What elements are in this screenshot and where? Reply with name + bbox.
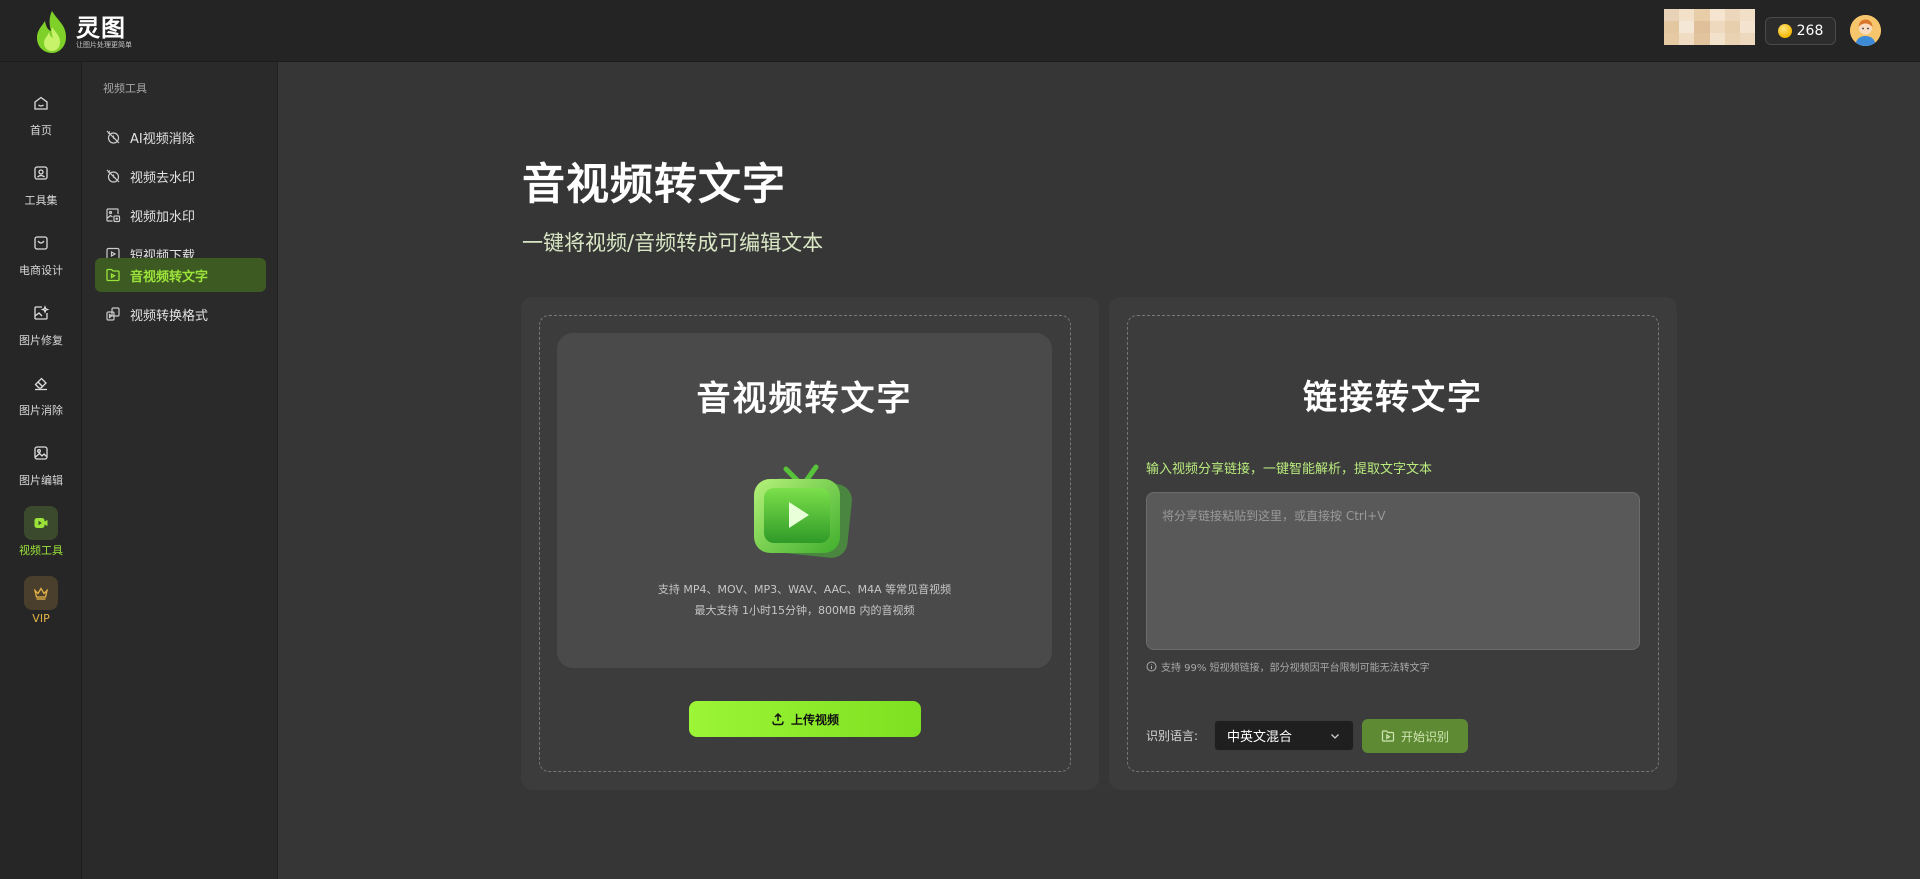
image-repair-icon: [24, 296, 58, 330]
subnav-title: 视频工具: [103, 82, 147, 95]
user-avatar-icon: [1850, 15, 1881, 46]
nav-item-label: VIP: [32, 612, 50, 625]
nav-item-label: 图片消除: [19, 404, 63, 417]
nav-item-vip[interactable]: VIP: [0, 576, 82, 632]
upload-video-button[interactable]: 上传视频: [689, 701, 921, 737]
nav-item-label: 电商设计: [19, 264, 63, 277]
link-support-text: 支持 99% 短视频链接，部分视频因平台限制可能无法转文字: [1161, 663, 1430, 674]
nav-item-image-erase[interactable]: 图片消除: [0, 366, 82, 422]
nav-item-toolbox[interactable]: 工具集: [0, 156, 82, 212]
video-tools-subnav: 视频工具 AI视频消除 视频去水印 视频加水印 短视频下载 音视频转文字 视频转: [82, 62, 278, 879]
subnav-item-ai-video-erase[interactable]: AI视频消除: [95, 120, 266, 154]
coin-balance[interactable]: 268: [1765, 17, 1836, 45]
chevron-down-icon: [1331, 733, 1339, 739]
nav-item-label: 首页: [30, 124, 52, 137]
upload-icon: [772, 712, 784, 726]
start-recognition-button[interactable]: 开始识别: [1362, 719, 1468, 753]
subnav-item-label: 视频去水印: [130, 170, 196, 186]
upload-card-heading: 音视频转文字: [696, 379, 913, 419]
nav-item-image-edit[interactable]: 图片编辑: [0, 436, 82, 492]
toolbox-icon: [24, 156, 58, 190]
image-edit-icon: [24, 436, 58, 470]
nav-item-ecommerce-design[interactable]: 电商设计: [0, 226, 82, 282]
home-icon: [24, 86, 58, 120]
video-icon: [24, 506, 58, 540]
info-icon: [1146, 661, 1157, 672]
subnav-item-label: 视频加水印: [130, 209, 196, 225]
page-title: 音视频转文字: [522, 160, 786, 210]
coin-icon: [1777, 24, 1792, 38]
logo[interactable]: 灵图 让图片处理更简单: [32, 8, 152, 56]
link-card-heading: 链接转文字: [1303, 378, 1483, 418]
video-to-text-icon: [105, 267, 121, 283]
subnav-item-label: AI视频消除: [130, 131, 195, 147]
subnav-item-remove-watermark[interactable]: 视频去水印: [95, 159, 266, 193]
subnav-item-label: 视频转换格式: [130, 308, 209, 324]
size-limit-note: 最大支持 1小时15分钟，800MB 内的音视频: [694, 604, 915, 617]
link-prompt: 输入视频分享链接，一键智能解析，提取文字文本: [1146, 462, 1433, 477]
watermark-add-icon: [105, 207, 121, 223]
logo-slogan: 让图片处理更简单: [76, 40, 132, 49]
subnav-item-video-format-convert[interactable]: 视频转换格式: [95, 297, 266, 331]
nav-item-label: 工具集: [24, 194, 58, 207]
avatar[interactable]: [1850, 15, 1881, 46]
eraser-icon: [24, 366, 58, 400]
video-erase-icon: [105, 129, 121, 145]
nav-item-label: 图片编辑: [19, 474, 63, 487]
nav-item-home[interactable]: 首页: [0, 86, 82, 142]
nav-item-video-tools[interactable]: 视频工具: [0, 506, 82, 562]
upload-video-label: 上传视频: [790, 712, 839, 727]
language-selected-value: 中英文混合: [1227, 730, 1293, 745]
subnav-item-video-to-text[interactable]: 音视频转文字: [95, 258, 266, 292]
user-name-pixelated[interactable]: [1664, 9, 1755, 45]
logo-name: 灵图: [76, 13, 126, 42]
nav-item-image-repair[interactable]: 图片修复: [0, 296, 82, 352]
coin-count: 268: [1796, 23, 1824, 39]
top-bar: 灵图 让图片处理更简单 268: [0, 0, 1920, 62]
folder-play-icon: [1381, 730, 1395, 742]
crown-icon: [24, 576, 58, 610]
shopping-bag-icon: [24, 226, 58, 260]
link-support-note: 支持 99% 短视频链接，部分视频因平台限制可能无法转文字: [1146, 659, 1430, 674]
subnav-item-add-watermark[interactable]: 视频加水印: [95, 198, 266, 232]
start-recognition-label: 开始识别: [1400, 729, 1449, 744]
language-select[interactable]: 中英文混合: [1214, 720, 1354, 751]
language-label: 识别语言:: [1146, 729, 1199, 743]
video-tv-icon: [754, 464, 852, 558]
page-subtitle: 一键将视频/音频转成可编辑文本: [522, 231, 824, 255]
flame-logo-icon: [37, 11, 66, 53]
share-link-input[interactable]: [1146, 492, 1640, 650]
supported-formats-note: 支持 MP4、MOV、MP3、WAV、AAC、M4A 等常见音视频: [657, 583, 952, 596]
nav-item-label: 图片修复: [19, 334, 63, 347]
nav-item-label: 视频工具: [19, 544, 63, 557]
format-convert-icon: [105, 306, 121, 322]
subnav-item-label: 音视频转文字: [130, 269, 209, 285]
primary-sidebar: 首页 工具集 电商设计 图片修复 图片消除 图片编辑 视频工具 VIP: [0, 62, 82, 879]
watermark-remove-icon: [105, 168, 121, 184]
